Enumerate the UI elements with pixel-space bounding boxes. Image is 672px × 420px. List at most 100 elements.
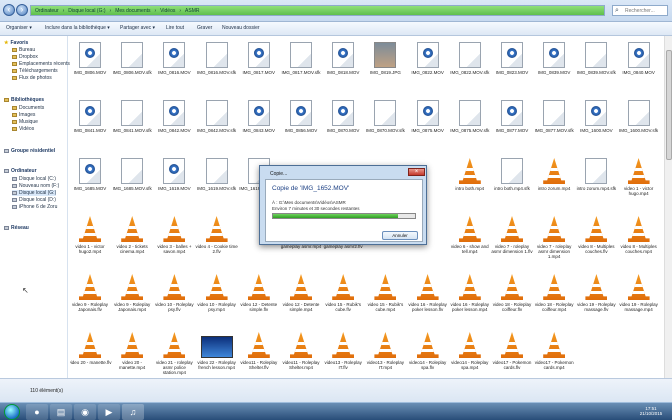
file-item[interactable]: IMG_0856.MOV bbox=[281, 94, 321, 142]
file-item[interactable]: video 19 - Roleplay massage.mp4 bbox=[619, 268, 659, 316]
file-item[interactable]: IMG_0839.MOV bbox=[534, 36, 574, 84]
close-icon[interactable]: × bbox=[408, 168, 425, 176]
nav-item[interactable]: Disque local (C:) bbox=[12, 176, 56, 182]
file-item[interactable]: IMG_0817.MOV.sfk bbox=[281, 36, 321, 84]
nav-item[interactable]: Documents bbox=[12, 105, 44, 111]
file-item[interactable]: video 16 - Roleplay poker lesson.flv bbox=[408, 268, 448, 316]
file-item[interactable]: video 3 - balles + savon.mp4 bbox=[154, 210, 194, 258]
cancel-button[interactable]: Annuler bbox=[382, 231, 418, 240]
file-item[interactable]: IMG_0816.MOV.sfk bbox=[197, 36, 237, 84]
organize-button[interactable]: Organiser ▾ bbox=[6, 25, 32, 31]
file-item[interactable]: video 16 - Roleplay poker lesson.mp4 bbox=[450, 268, 490, 316]
firefox-icon[interactable]: ● bbox=[26, 404, 48, 420]
file-item[interactable]: video11 - Roleplay Shelter.flv bbox=[239, 326, 279, 374]
share-button[interactable]: Partager avec ▾ bbox=[120, 25, 155, 31]
file-item[interactable]: IMG_0823.MOV bbox=[492, 36, 532, 84]
file-item[interactable]: video 6 - show and tell.mp4 bbox=[450, 210, 490, 258]
file-item[interactable]: video 2 - tickets cinema.mp4 bbox=[112, 210, 152, 258]
file-item[interactable]: intro both.mp4.sfk bbox=[492, 152, 532, 200]
file-item[interactable]: IMG_0840.MOV bbox=[619, 36, 659, 84]
nav-item[interactable]: Emplacements récents bbox=[12, 61, 70, 67]
file-item[interactable]: IMG_0818.MOV bbox=[323, 36, 363, 84]
file-item[interactable]: IMG_1619.MOV bbox=[154, 152, 194, 200]
nav-network[interactable]: Réseau bbox=[4, 225, 29, 231]
file-item[interactable]: video 9 - Roleplay Japonais.mp4 bbox=[112, 268, 152, 316]
back-button[interactable]: ‹ bbox=[3, 4, 15, 16]
file-item[interactable]: video13 - Roleplay IT.mp4 bbox=[365, 326, 405, 374]
nav-item[interactable]: Disque local (D:) bbox=[12, 197, 56, 203]
file-item[interactable]: IMG_0877.MOV bbox=[492, 94, 532, 142]
nav-item[interactable]: Bureau bbox=[12, 47, 35, 53]
file-item[interactable]: IMG_0870.MOV bbox=[323, 94, 363, 142]
breadcrumb-item[interactable]: Ordinateur bbox=[35, 8, 59, 14]
file-item[interactable]: video 12 - Detente simple.flv bbox=[239, 268, 279, 316]
file-item[interactable]: IMG_0841.MOV bbox=[70, 94, 110, 142]
file-item[interactable]: video 8 - Multiples couches.mp4 bbox=[619, 210, 659, 258]
file-item[interactable]: video 21 - roleplay asmr police station.… bbox=[154, 326, 194, 375]
media-player-icon[interactable]: ▶ bbox=[98, 404, 120, 420]
nav-item[interactable]: Flux de photos bbox=[12, 75, 52, 81]
file-item[interactable]: intro zorum.mp4.sfk bbox=[576, 152, 616, 200]
file-item[interactable]: IMG_0875.MOV.sfk bbox=[450, 94, 490, 142]
file-item[interactable]: video14 - Roleplay spa.flv bbox=[408, 326, 448, 374]
file-item[interactable]: video11 - Roleplay Shelter.mp4 bbox=[281, 326, 321, 374]
file-item[interactable]: IMG_1619.MOV.sfk bbox=[197, 152, 237, 200]
scrollbar-thumb[interactable] bbox=[666, 50, 672, 160]
new-folder-button[interactable]: Nouveau dossier bbox=[222, 25, 260, 31]
file-item[interactable]: video 22 - Roleplay french lesson.mp4 bbox=[197, 326, 237, 374]
include-library-button[interactable]: Inclure dans la bibliothèque ▾ bbox=[45, 25, 110, 31]
file-item[interactable]: IMG_1600.MOV bbox=[576, 94, 616, 142]
file-item[interactable]: video 10 - Roleplay psy.flv bbox=[154, 268, 194, 316]
file-item[interactable]: IMG_0842.MOV.sfk bbox=[197, 94, 237, 142]
vertical-scrollbar[interactable] bbox=[664, 36, 672, 378]
play-all-button[interactable]: Lire tout bbox=[166, 25, 184, 31]
file-item[interactable]: video 8 - Multiples couches.flv bbox=[576, 210, 616, 258]
file-item[interactable]: video 18 - Roleplay coiffeur.mp4 bbox=[534, 268, 574, 316]
file-item[interactable]: IMG_0843.MOV bbox=[239, 94, 279, 142]
file-item[interactable]: video14 - Roleplay spa.mp4 bbox=[450, 326, 490, 374]
file-item[interactable]: video17 - Pokemon cards.flv bbox=[492, 326, 532, 374]
breadcrumb-item[interactable]: Disque local (G:) bbox=[68, 8, 105, 14]
file-item[interactable]: video 12 - Detente simple.mp4 bbox=[281, 268, 321, 316]
nav-computer[interactable]: Ordinateur bbox=[4, 168, 37, 174]
file-item[interactable]: video 15 - Rubik's cube.flv bbox=[323, 268, 363, 316]
file-item[interactable]: IMG_0806.MOV.sfk bbox=[112, 36, 152, 84]
file-item[interactable]: IMG_1685.MOV bbox=[70, 152, 110, 200]
file-item[interactable]: IMG_0870.MOV.sfk bbox=[365, 94, 405, 142]
breadcrumb[interactable]: Ordinateur › Disque local (G:) › Mes doc… bbox=[30, 5, 605, 16]
file-item[interactable]: IMG_0817.MOV bbox=[239, 36, 279, 84]
breadcrumb-item[interactable]: Mes documents bbox=[115, 8, 150, 14]
file-item[interactable]: IMG_0875.MOV bbox=[408, 94, 448, 142]
file-item[interactable]: video 9 - Roleplay Japonais.flv bbox=[70, 268, 110, 316]
file-item[interactable]: IMG_0819.JPG bbox=[365, 36, 405, 84]
file-item[interactable]: IMG_0816.MOV bbox=[154, 36, 194, 84]
file-item[interactable]: video 1 - victor hugo2.mp4 bbox=[70, 210, 110, 258]
nav-favorites[interactable]: ★ Favoris bbox=[4, 40, 28, 46]
file-item[interactable]: IMG_0822.MOV.sfk bbox=[450, 36, 490, 84]
forward-button[interactable]: › bbox=[16, 4, 28, 16]
file-item[interactable]: IMG_0877.MOV.sfk bbox=[534, 94, 574, 142]
file-item[interactable]: video 20 - manette.mp4 bbox=[112, 326, 152, 374]
file-item[interactable]: IMG_0842.MOV bbox=[154, 94, 194, 142]
file-item[interactable]: intro zorum.mp4 bbox=[534, 152, 574, 200]
breadcrumb-item[interactable]: Vidéos bbox=[160, 8, 175, 14]
start-button[interactable] bbox=[4, 404, 20, 420]
file-item[interactable]: intro both.mp4 bbox=[450, 152, 490, 200]
file-item[interactable]: video 7 - roleplay asmr dimension 1.mp4 bbox=[534, 210, 574, 259]
nav-item[interactable]: Musique bbox=[12, 119, 38, 125]
file-item[interactable]: video 18 - Roleplay coiffeur.flv bbox=[492, 268, 532, 316]
search-input[interactable]: ⌕ Rechercher... bbox=[612, 5, 668, 16]
file-item[interactable]: IMG_0839.MOV.sfk bbox=[576, 36, 616, 84]
file-item[interactable]: IMG_1685.MOV.sfk bbox=[112, 152, 152, 200]
file-item[interactable]: IMG_0822.MOV bbox=[408, 36, 448, 84]
app-icon[interactable]: ♫ bbox=[122, 404, 144, 420]
file-item[interactable]: video 20 - manette.flv bbox=[70, 326, 112, 374]
file-item[interactable]: IMG_0806.MOV bbox=[70, 36, 110, 84]
file-item[interactable]: video 4 - Cookie time 2.flv bbox=[195, 210, 238, 258]
file-item[interactable]: video 19 - Roleplay massage.flv bbox=[576, 268, 616, 316]
file-item[interactable]: video 7 - roleplay asmr dimension 1.flv bbox=[491, 210, 533, 258]
nav-item[interactable]: Dropbox bbox=[12, 54, 38, 60]
nav-item[interactable]: Vidéos bbox=[12, 126, 34, 132]
file-item[interactable]: video17 - Pokemon cards.mp4 bbox=[534, 326, 574, 374]
breadcrumb-item[interactable]: ASMR bbox=[185, 8, 199, 14]
